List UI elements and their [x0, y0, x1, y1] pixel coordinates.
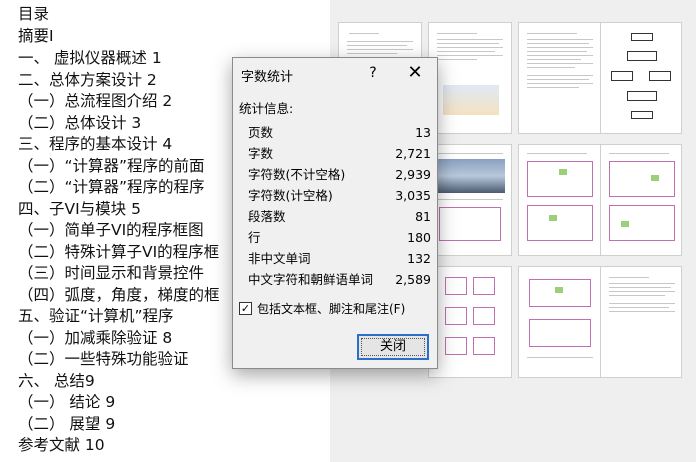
- page-thumbnail[interactable]: [428, 266, 512, 378]
- toc-line: （一）加减乘除验证 8: [18, 329, 173, 347]
- toc-line: （一） 结论 9: [18, 393, 116, 411]
- stat-label: 字符数(计空格): [248, 188, 333, 203]
- include-textboxes-label[interactable]: 包括文本框、脚注和尾注(F): [257, 300, 405, 318]
- page-thumbnail[interactable]: [600, 22, 682, 134]
- toc-line: （二）一些特殊功能验证: [18, 350, 189, 368]
- stat-value: 2,939: [395, 167, 431, 182]
- stat-row: 页数 13: [248, 122, 431, 143]
- page-thumbnail[interactable]: [600, 266, 682, 378]
- dialog-title: 字数统计: [241, 70, 294, 85]
- toc-line: （二）总体设计 3: [18, 114, 142, 132]
- toc-line: （二） 展望 9: [18, 415, 116, 433]
- help-button[interactable]: ?: [361, 62, 385, 84]
- word-count-dialog: 字数统计 ? ✕ 统计信息: 页数 13 字数 2,721 字符数(不计空格) …: [232, 57, 438, 369]
- toc-line: 三、程序的基本设计 4: [18, 135, 173, 153]
- stat-label: 行: [248, 230, 261, 245]
- toc-line: （一）总流程图介绍 2: [18, 92, 173, 110]
- stat-row: 字符数(不计空格) 2,939: [248, 164, 431, 185]
- toc-line: （二）特殊计算子VI的程序框: [18, 243, 220, 261]
- toc-line: 六、 总结9: [18, 372, 95, 390]
- stat-value: 2,721: [395, 146, 431, 161]
- include-textboxes-checkbox[interactable]: ✓: [239, 302, 252, 315]
- stat-value: 13: [415, 125, 431, 140]
- stat-row: 段落数 81: [248, 206, 431, 227]
- page-thumbnail[interactable]: [518, 266, 602, 378]
- stat-row: 字数 2,721: [248, 143, 431, 164]
- stat-row: 中文字符和朝鲜语单词 2,589: [248, 269, 431, 290]
- page-thumbnail[interactable]: [428, 144, 512, 256]
- page-thumbnail[interactable]: [600, 144, 682, 256]
- toc-line: 四、子VI与模块 5: [18, 200, 141, 218]
- stat-label: 字数: [248, 146, 274, 161]
- stat-value: 3,035: [395, 188, 431, 203]
- stat-value: 180: [407, 230, 431, 245]
- close-button[interactable]: 关闭: [357, 334, 429, 360]
- stat-value: 81: [415, 209, 431, 224]
- stat-label: 字符数(不计空格): [248, 167, 346, 182]
- stat-row: 非中文单词 132: [248, 248, 431, 269]
- toc-line: 二、总体方案设计 2: [18, 71, 157, 89]
- stat-value: 132: [407, 251, 431, 266]
- toc-line: 目录: [18, 5, 50, 23]
- toc-line: （四）弧度，角度，梯度的框: [18, 286, 220, 304]
- stat-row: 行 180: [248, 227, 431, 248]
- include-textboxes-checkbox-row[interactable]: ✓ 包括文本框、脚注和尾注(F): [239, 300, 435, 318]
- toc-line: （二）“计算器”程序的程序: [18, 178, 205, 196]
- toc-line: （三）时间显示和背景控件: [18, 264, 205, 282]
- stat-label: 非中文单词: [248, 251, 311, 266]
- stat-label: 页数: [248, 125, 274, 140]
- page-thumbnail[interactable]: [518, 144, 602, 256]
- page-thumbnail[interactable]: [518, 22, 602, 134]
- toc-line: 摘要I: [18, 27, 54, 45]
- toc-line: 五、验证“计算机”程序: [18, 307, 174, 325]
- toc-line: 参考文献 10: [18, 436, 105, 454]
- stat-label: 中文字符和朝鲜语单词: [248, 272, 374, 287]
- close-button-label: 关闭: [379, 339, 406, 354]
- stat-label: 段落数: [248, 209, 286, 224]
- toc-line: （一）“计算器”程序的前面: [18, 157, 205, 175]
- close-icon[interactable]: ✕: [403, 62, 427, 84]
- stat-value: 2,589: [395, 272, 431, 287]
- toc-line: （一）简单子VI的程序框图: [18, 221, 204, 239]
- page-thumbnail[interactable]: [428, 22, 512, 134]
- stat-row: 字符数(计空格) 3,035: [248, 185, 431, 206]
- toc-line: 一、 虚拟仪器概述 1: [18, 49, 162, 67]
- stats-header: 统计信息:: [239, 101, 294, 116]
